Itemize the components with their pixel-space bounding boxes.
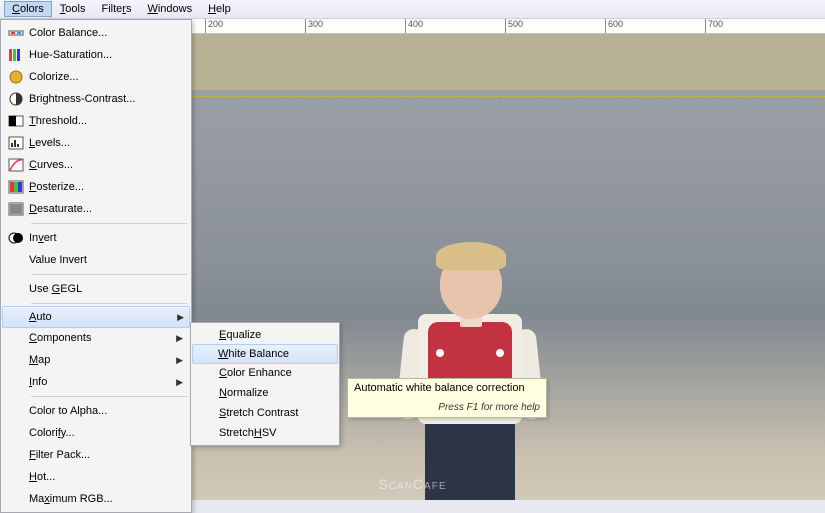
submenu-stretch-hsv[interactable]: Stretch HSV [193, 423, 337, 443]
menu-map[interactable]: Map▶ [3, 349, 189, 371]
hue-saturation-icon [8, 47, 24, 63]
menu-brightness-contrast[interactable]: Brightness-Contrast... [3, 88, 189, 110]
watermark: ScanCafe [378, 476, 446, 492]
submenu-stretch-contrast[interactable]: Stretch Contrast [193, 403, 337, 423]
menubar-filters[interactable]: Filters [93, 1, 139, 17]
menu-colorify[interactable]: Colorify... [3, 422, 189, 444]
colorize-icon [8, 69, 24, 85]
menu-desaturate[interactable]: Desaturate... [3, 198, 189, 220]
menu-use-gegl[interactable]: Use GEGL [3, 278, 189, 300]
submenu-white-balance[interactable]: White Balance [192, 344, 338, 364]
tooltip-text: Automatic white balance correction [354, 382, 540, 394]
menu-info[interactable]: Info▶ [3, 371, 189, 393]
desaturate-icon [8, 201, 24, 217]
levels-icon [8, 135, 24, 151]
menu-colorize[interactable]: Colorize... [3, 66, 189, 88]
submenu-arrow-icon: ▶ [176, 333, 183, 344]
menu-components[interactable]: Components▶ [3, 327, 189, 349]
submenu-color-enhance[interactable]: Color Enhance [193, 363, 337, 383]
submenu-equalize[interactable]: Equalize [193, 325, 337, 345]
brightness-contrast-icon [8, 91, 24, 107]
colors-menu: Color Balance... Hue-Saturation... Color… [0, 19, 192, 513]
menubar: Colors Tools Filters Windows Help [0, 0, 825, 19]
color-balance-icon [8, 25, 24, 41]
menu-invert[interactable]: Invert [3, 227, 189, 249]
menu-filter-pack[interactable]: Filter Pack... [3, 444, 189, 466]
menu-value-invert[interactable]: Value Invert [3, 249, 189, 271]
submenu-normalize[interactable]: Normalize [193, 383, 337, 403]
submenu-arrow-icon: ▶ [176, 355, 183, 366]
photo-subject [370, 214, 570, 500]
submenu-arrow-icon: ▶ [177, 312, 184, 323]
menu-levels[interactable]: Levels... [3, 132, 189, 154]
menubar-colors[interactable]: Colors [4, 1, 52, 17]
menu-auto[interactable]: Auto▶ [2, 306, 190, 328]
menu-color-to-alpha[interactable]: Color to Alpha... [3, 400, 189, 422]
menu-curves[interactable]: Curves... [3, 154, 189, 176]
menu-maximum-rgb[interactable]: Maximum RGB... [3, 488, 189, 510]
auto-submenu: Equalize White Balance Color Enhance Nor… [190, 322, 340, 446]
curves-icon [8, 157, 24, 173]
menu-separator [31, 303, 187, 304]
menu-hot[interactable]: Hot... [3, 466, 189, 488]
tooltip-help: Press F1 for more help [354, 402, 540, 413]
menu-hue-saturation[interactable]: Hue-Saturation... [3, 44, 189, 66]
menu-separator [31, 274, 187, 275]
submenu-arrow-icon: ▶ [176, 377, 183, 388]
posterize-icon [8, 179, 24, 195]
menu-separator [31, 223, 187, 224]
threshold-icon [8, 113, 24, 129]
menu-posterize[interactable]: Posterize... [3, 176, 189, 198]
menubar-windows[interactable]: Windows [139, 1, 200, 17]
tooltip: Automatic white balance correction Press… [347, 378, 547, 418]
menu-separator [31, 396, 187, 397]
menu-threshold[interactable]: Threshold... [3, 110, 189, 132]
menubar-help[interactable]: Help [200, 1, 239, 17]
menu-color-balance[interactable]: Color Balance... [3, 22, 189, 44]
selection-border [190, 96, 825, 97]
invert-icon [8, 230, 24, 246]
menubar-tools[interactable]: Tools [52, 1, 94, 17]
